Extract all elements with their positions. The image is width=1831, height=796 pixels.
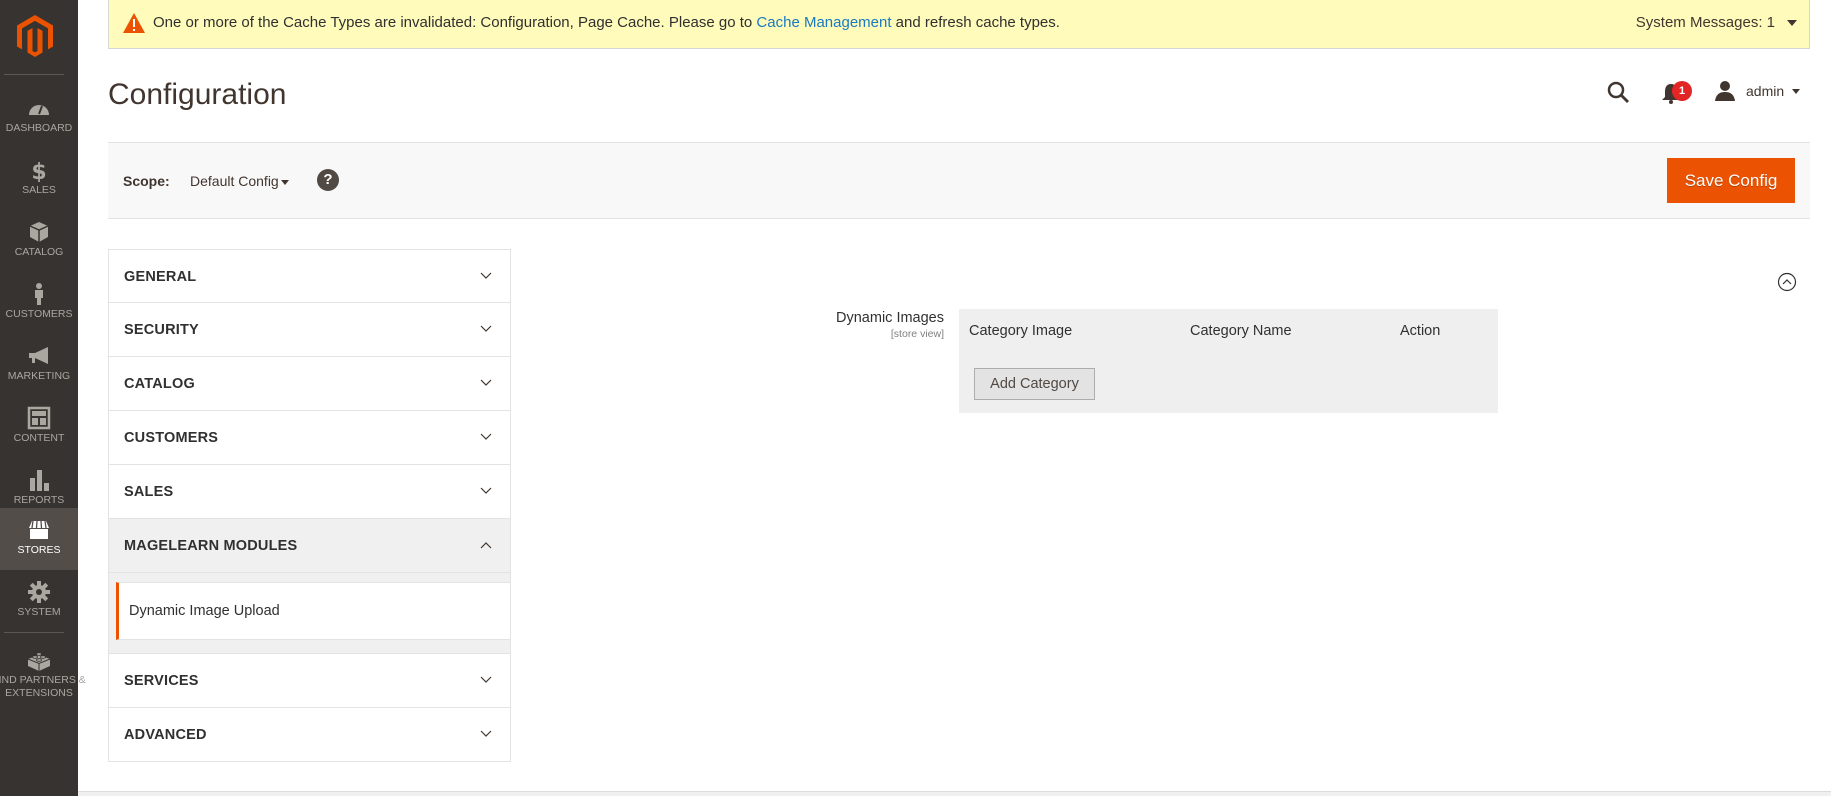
tab-label: SALES bbox=[124, 484, 174, 500]
chevron-down-icon bbox=[480, 487, 492, 494]
chevron-down-icon bbox=[480, 325, 492, 332]
tab-sales[interactable]: SALES bbox=[108, 465, 511, 519]
tab-general[interactable]: GENERAL bbox=[108, 249, 511, 303]
caret-down-icon[interactable] bbox=[281, 180, 289, 185]
caret-down-icon[interactable] bbox=[1787, 20, 1797, 26]
tab-label: SECURITY bbox=[124, 322, 199, 338]
tab-item-dynamic-image-upload[interactable]: Dynamic Image Upload bbox=[116, 582, 510, 640]
chevron-down-icon bbox=[480, 433, 492, 440]
system-message-banner: One or more of the Cache Types are inval… bbox=[108, 0, 1810, 49]
nav-label: CATALOG bbox=[14, 246, 64, 258]
banner-message-text: and refresh cache types. bbox=[891, 14, 1060, 31]
field-scope-hint: [store view] bbox=[890, 328, 944, 340]
dynamic-images-label: Dynamic Images [store view] bbox=[836, 309, 944, 340]
nav-label: SALES bbox=[22, 184, 56, 196]
nav-label: STORES bbox=[17, 544, 61, 556]
user-icon bbox=[1715, 81, 1735, 101]
user-menu[interactable]: admin bbox=[1714, 80, 1801, 102]
save-config-button[interactable]: Save Config bbox=[1667, 158, 1795, 203]
nav-item-catalog[interactable]: CATALOG bbox=[0, 210, 78, 272]
tab-catalog[interactable]: CATALOG bbox=[108, 357, 511, 411]
scope-switcher[interactable]: Default Config bbox=[190, 173, 279, 189]
cache-management-link[interactable]: Cache Management bbox=[756, 14, 891, 31]
help-icon[interactable]: ? bbox=[317, 169, 339, 191]
nav-label: FIND PARTNERS & EXTENSIONS bbox=[0, 674, 86, 699]
caret-down-icon bbox=[1792, 88, 1801, 94]
tab-advanced[interactable]: ADVANCED bbox=[108, 708, 511, 762]
nav-label: CONTENT bbox=[13, 432, 65, 444]
lego-brick-icon bbox=[27, 652, 51, 671]
system-messages-toggle[interactable]: System Messages: 1 bbox=[1636, 14, 1775, 31]
nav-item-find-partners[interactable]: FIND PARTNERS & EXTENSIONS bbox=[0, 638, 86, 714]
nav-label: DASHBOARD bbox=[5, 122, 73, 134]
tab-magelearn-modules[interactable]: MAGELEARN MODULES bbox=[108, 519, 511, 573]
collapse-section-icon[interactable] bbox=[1777, 272, 1797, 292]
page-title: Configuration bbox=[108, 78, 287, 111]
chevron-down-icon bbox=[480, 676, 492, 683]
search-icon[interactable] bbox=[1606, 80, 1630, 104]
nav-item-system[interactable]: SYSTEM bbox=[0, 570, 78, 632]
tab-label: ADVANCED bbox=[124, 727, 207, 743]
admin-sidebar: DASHBOARD $ SALES CATALOG CUSTOMERS MARK… bbox=[0, 0, 86, 796]
nav-item-dashboard[interactable]: DASHBOARD bbox=[0, 86, 78, 148]
tab-label: SERVICES bbox=[124, 673, 199, 689]
chevron-down-icon bbox=[480, 379, 492, 386]
user-name: admin bbox=[1746, 83, 1785, 99]
nav-item-sales[interactable]: $ SALES bbox=[0, 148, 78, 210]
column-header-category-image: Category Image bbox=[969, 323, 1073, 339]
tab-label: CUSTOMERS bbox=[124, 430, 219, 446]
column-header-action: Action bbox=[1400, 323, 1441, 339]
chevron-up-icon bbox=[480, 542, 492, 549]
column-header-category-name: Category Name bbox=[1190, 323, 1292, 339]
dashboard-gauge-icon bbox=[29, 105, 49, 115]
nav-label: MARKETING bbox=[7, 370, 71, 382]
tab-security[interactable]: SECURITY bbox=[108, 303, 511, 357]
dynamic-images-grid: Category Image Category Name Action Add … bbox=[959, 309, 1498, 413]
scope-label: Scope: bbox=[123, 173, 170, 189]
warning-icon bbox=[123, 13, 145, 33]
nav-label: CUSTOMERS bbox=[5, 308, 73, 320]
scope-toolbar: Scope: Default Config ? Save Config bbox=[108, 142, 1810, 219]
tab-item-label: Dynamic Image Upload bbox=[129, 603, 280, 619]
nav-divider bbox=[4, 74, 64, 75]
banner-message-text: One or more of the Cache Types are inval… bbox=[153, 14, 757, 31]
config-tabs: GENERAL SECURITY CATALOG CUSTOMERS SALES… bbox=[108, 249, 511, 762]
chevron-down-icon bbox=[480, 730, 492, 737]
storefront-icon bbox=[29, 520, 49, 539]
bar-chart-icon bbox=[30, 470, 49, 491]
nav-label: REPORTS bbox=[13, 494, 65, 506]
magento-logo-icon[interactable] bbox=[17, 15, 53, 57]
add-category-button[interactable]: Add Category bbox=[974, 368, 1095, 400]
svg-text:$: $ bbox=[31, 160, 46, 182]
page-footer-divider bbox=[78, 791, 1831, 796]
gear-icon bbox=[28, 581, 50, 603]
chevron-down-icon bbox=[480, 272, 492, 279]
megaphone-icon bbox=[29, 347, 48, 364]
tab-magelearn-modules-items: Dynamic Image Upload bbox=[108, 573, 511, 654]
nav-divider bbox=[4, 632, 64, 633]
tab-label: GENERAL bbox=[124, 269, 197, 285]
nav-item-customers[interactable]: CUSTOMERS bbox=[0, 272, 78, 334]
nav-label: SYSTEM bbox=[17, 606, 61, 618]
box-icon bbox=[29, 222, 49, 242]
dollar-icon: $ bbox=[31, 160, 46, 182]
tab-label: CATALOG bbox=[124, 376, 195, 392]
nav-item-content[interactable]: CONTENT bbox=[0, 396, 78, 458]
nav-item-stores[interactable]: STORES bbox=[0, 508, 78, 570]
tab-services[interactable]: SERVICES bbox=[108, 654, 511, 708]
person-icon bbox=[35, 283, 43, 305]
tab-customers[interactable]: CUSTOMERS bbox=[108, 411, 511, 465]
notification-count-badge[interactable]: 1 bbox=[1672, 81, 1692, 101]
banner-message: One or more of the Cache Types are inval… bbox=[153, 14, 1060, 31]
nav-item-marketing[interactable]: MARKETING bbox=[0, 334, 78, 396]
tab-label: MAGELEARN MODULES bbox=[124, 538, 298, 554]
field-label-text: Dynamic Images bbox=[836, 310, 944, 326]
layout-icon bbox=[27, 406, 51, 430]
